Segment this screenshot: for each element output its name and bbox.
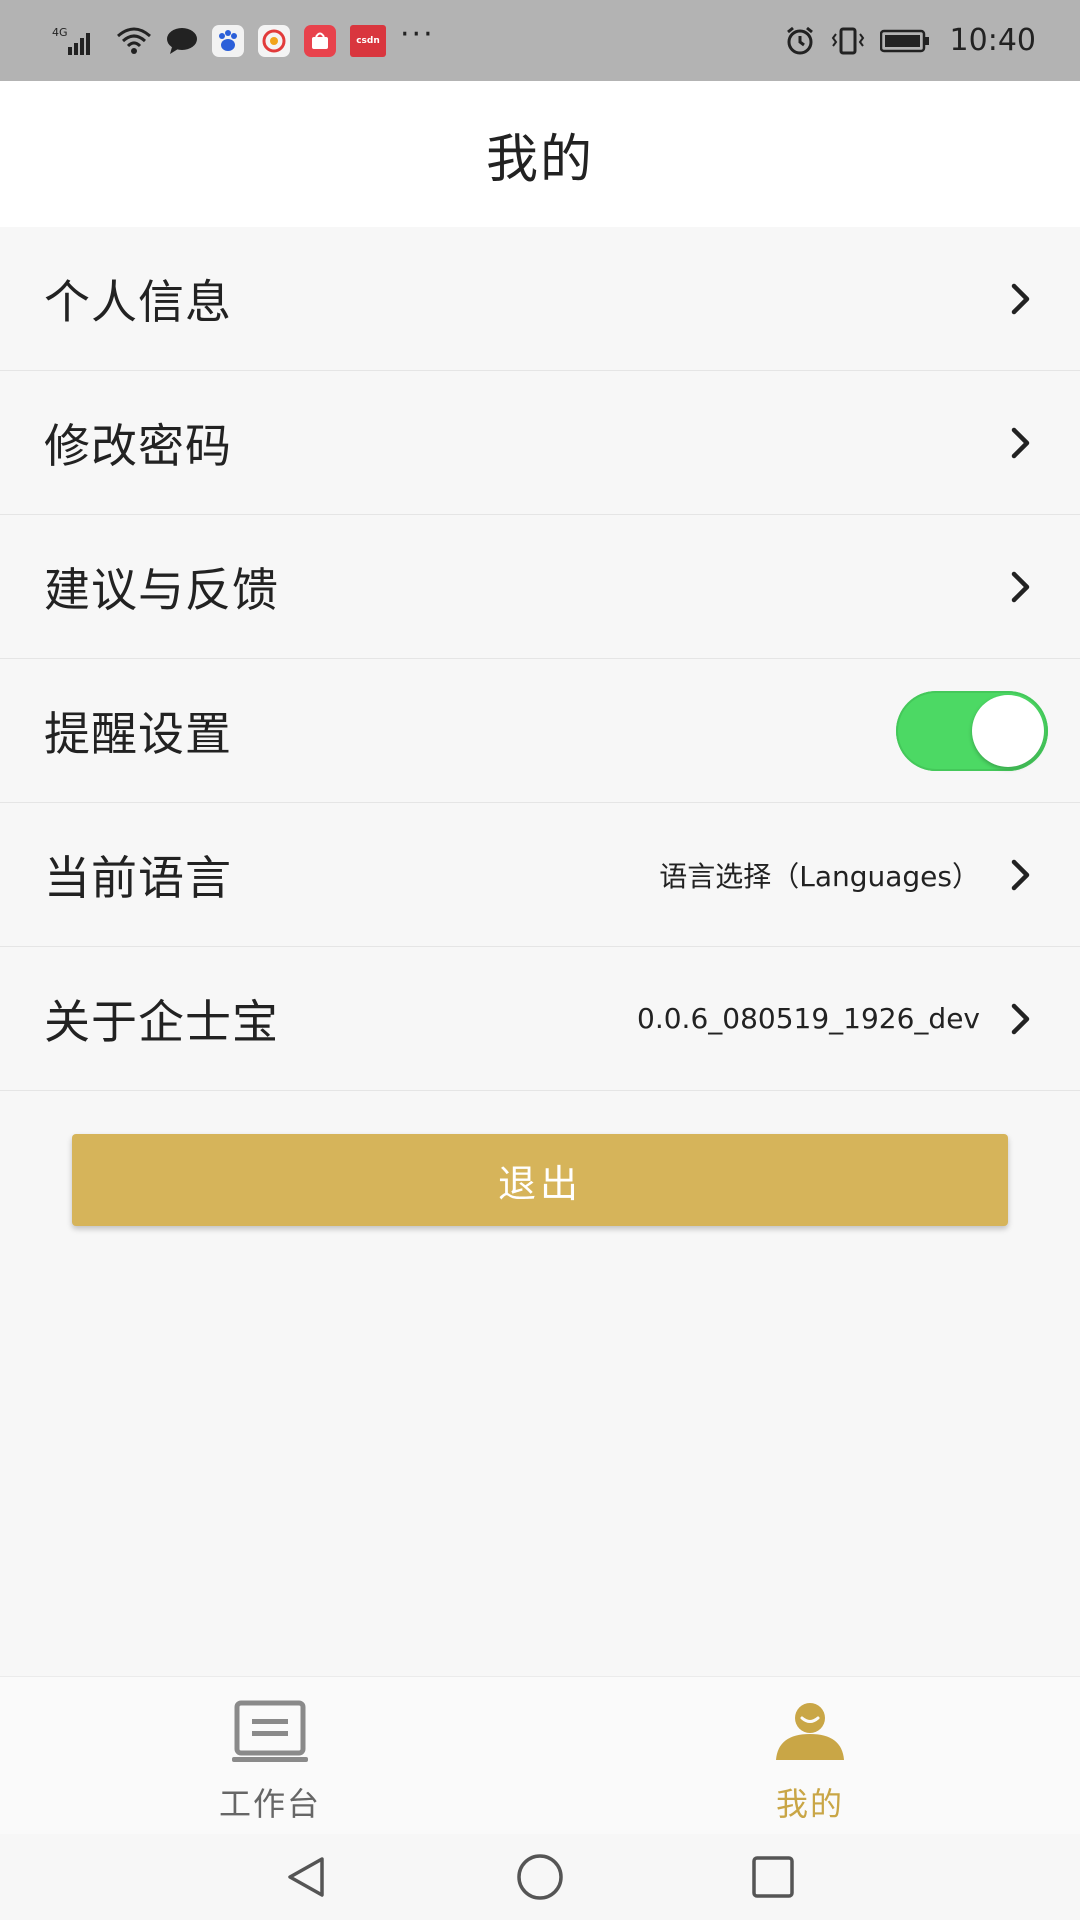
status-bar: 4G csdn ··· 10:40 [0, 0, 1080, 81]
vibrate-icon [830, 26, 866, 56]
header: 我的 [0, 81, 1080, 227]
settings-menu: 个人信息 修改密码 建议与反馈 提醒设置 当前语言 语言选择（Languages… [0, 227, 1080, 1091]
status-left: 4G csdn ··· [52, 17, 435, 57]
alarm-icon [784, 25, 816, 57]
network-label: 4G [52, 26, 68, 39]
chevron-right-icon [1006, 279, 1036, 319]
workbench-icon [230, 1697, 310, 1767]
version-value: 0.0.6_080519_1926_dev [637, 1002, 980, 1035]
status-right: 10:40 [784, 23, 1036, 58]
menu-item-about[interactable]: 关于企士宝 0.0.6_080519_1926_dev [0, 947, 1080, 1091]
menu-item-label: 提醒设置 [44, 706, 232, 761]
chat-icon [166, 27, 198, 55]
language-value: 语言选择（Languages） [659, 859, 980, 893]
system-nav-bar [0, 1834, 1080, 1920]
page-title: 我的 [485, 129, 594, 190]
menu-item-change-password[interactable]: 修改密码 [0, 371, 1080, 515]
menu-item-label: 个人信息 [44, 274, 232, 329]
csdn-icon: csdn [350, 24, 386, 57]
menu-item-language[interactable]: 当前语言 语言选择（Languages） [0, 803, 1080, 947]
tab-label: 我的 [775, 1785, 844, 1823]
menu-item-label: 修改密码 [44, 418, 232, 473]
shop-icon [304, 24, 336, 57]
profile-icon [770, 1697, 850, 1767]
chevron-right-icon [1006, 855, 1036, 895]
home-icon[interactable] [510, 1847, 570, 1907]
chevron-right-icon [1006, 567, 1036, 607]
logout-button[interactable]: 退出 [72, 1134, 1008, 1226]
menu-item-label: 建议与反馈 [44, 562, 279, 617]
bottom-tab-bar: 工作台 我的 [0, 1676, 1080, 1834]
more-notifications-icon: ··· [400, 17, 435, 52]
signal-icon: 4G [52, 25, 102, 57]
chevron-right-icon [1006, 999, 1036, 1039]
chevron-right-icon [1006, 423, 1036, 463]
back-icon[interactable] [277, 1847, 337, 1907]
status-time: 10:40 [949, 23, 1036, 58]
menu-item-feedback[interactable]: 建议与反馈 [0, 515, 1080, 659]
battery-icon [879, 28, 930, 54]
menu-item-label: 关于企士宝 [44, 994, 279, 1049]
baidu-icon [212, 24, 244, 57]
menu-item-personal-info[interactable]: 个人信息 [0, 227, 1080, 371]
reminder-toggle[interactable] [896, 690, 1048, 771]
wifi-icon [116, 26, 152, 56]
weibo-icon [258, 24, 290, 57]
recents-icon[interactable] [743, 1847, 803, 1907]
tab-label: 工作台 [218, 1785, 321, 1823]
tab-profile[interactable]: 我的 [540, 1677, 1080, 1834]
menu-item-reminder-settings: 提醒设置 [0, 659, 1080, 803]
tab-workbench[interactable]: 工作台 [0, 1677, 540, 1834]
toggle-knob [972, 694, 1044, 767]
menu-item-label: 当前语言 [44, 850, 232, 905]
